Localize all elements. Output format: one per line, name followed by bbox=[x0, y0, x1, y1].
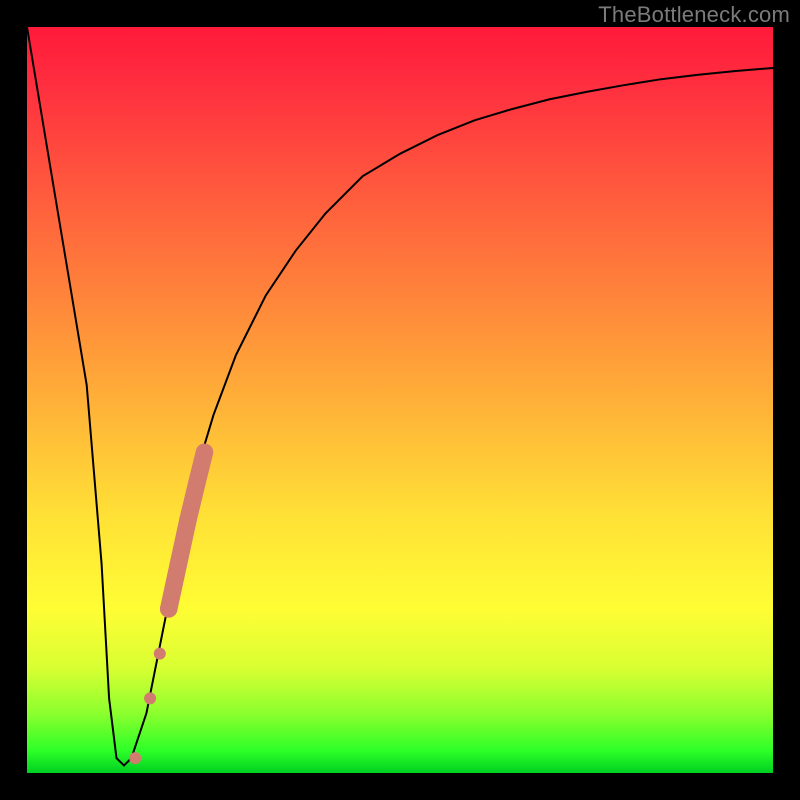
bottleneck-curve bbox=[27, 27, 773, 766]
chart-frame: TheBottleneck.com bbox=[0, 0, 800, 800]
curve-marker bbox=[144, 692, 156, 704]
curve-marker bbox=[188, 473, 205, 490]
curve-marker bbox=[179, 511, 196, 528]
curve-marker bbox=[160, 600, 177, 617]
curve-marker bbox=[129, 752, 141, 764]
chart-svg bbox=[27, 27, 773, 773]
curve-marker bbox=[154, 648, 166, 660]
curve-marker bbox=[170, 555, 187, 572]
plot-area bbox=[27, 27, 773, 773]
curve-markers bbox=[129, 446, 211, 765]
watermark-text: TheBottleneck.com bbox=[598, 2, 790, 28]
curve-marker bbox=[198, 446, 211, 459]
